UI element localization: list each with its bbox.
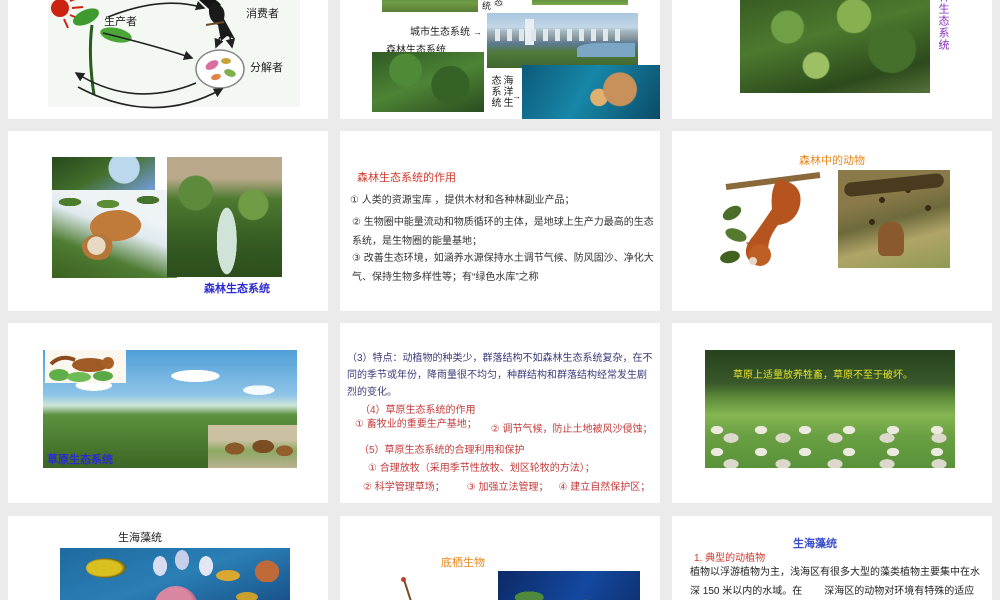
- grassland-role-item-1: ① 畜牧业的重要生产基地；: [355, 419, 477, 430]
- grassland-thumb-image: [382, 0, 478, 12]
- anglerfish-lure-tip: [401, 577, 406, 582]
- grassland-role-heading: （4）草原生态系统的作用: [360, 405, 476, 416]
- grassland-role-item-2: ② 调节气候，防止土地被风沙侵蚀；: [490, 424, 653, 435]
- slide-ecosystem-types[interactable]: 系统 态 城市生态系统 → 森林生态系统 海洋生态系统 →: [340, 0, 660, 119]
- grassland-feature-paragraph: （3）特点：动植物的种类少，群落结构不如森林生态系统复杂，在不同的季节或年份，降…: [347, 353, 653, 398]
- slide-grassland-sheep[interactable]: 草原上适量放养牲畜，草原不至于破坏。: [672, 323, 992, 503]
- city-ecosystem-label: 城市生态系统 →: [410, 27, 482, 38]
- slide-grassland-detail[interactable]: （3）特点：动植物的种类少，群落结构不如森林生态系统复杂，在不同的季节或年份，降…: [340, 323, 660, 503]
- marine-ecosystem-image: [522, 65, 660, 119]
- deer-figure: [878, 222, 904, 256]
- forest-overview-caption: 森林生态系统: [204, 283, 270, 295]
- slide-sorter-canvas: 生产者 消费者 分解者 系统 态 城市生态系统 → 森林生态系统 海洋生态系统 …: [0, 0, 1000, 600]
- slow-loris-image: [52, 190, 177, 278]
- forest-vertical-label: 森林生态系统: [937, 0, 949, 51]
- marine-overview-title: 生海藻统: [118, 532, 162, 544]
- leopard-image: [838, 170, 950, 268]
- butterflyfish: [86, 558, 126, 578]
- decomposer-label: 分解者: [250, 60, 283, 74]
- forest-valley-image: [167, 157, 282, 277]
- slide-forest-overview[interactable]: 森林生态系统: [8, 131, 328, 311]
- slide-benthic[interactable]: 底栖生物: [340, 516, 660, 600]
- anglerfish-lure: [403, 579, 413, 600]
- forest-role-item-3: ③ 改善生态环境，如涵养水源保持水土调节气候、防风固沙、净化大气、保持生物多样性…: [352, 253, 654, 283]
- small-yellow-fish-2: [236, 592, 258, 600]
- slide-marine-overview[interactable]: 生海藻统: [8, 516, 328, 600]
- slide-cycle-diagram[interactable]: 生产者 消费者 分解者: [8, 0, 328, 119]
- slide-forest-role[interactable]: 森林生态系统的作用 ① 人类的资源宝库 ，提供木材和各种林副业产品； ② 生物圈…: [340, 131, 660, 311]
- grassland-role-items: ① 畜牧业的重要生产基地； ② 调节气候，防止土地被风沙侵蚀；: [355, 415, 653, 435]
- leaves-foreground: [56, 194, 166, 210]
- slide-forest-title[interactable]: 森林生态系统: [672, 0, 992, 119]
- arrow-right-icon: →: [512, 91, 521, 101]
- coral-reef-image: [60, 548, 290, 600]
- marine-typical-heading: 1. 典型的动植物: [694, 553, 766, 564]
- grassland-protect-item-4: ④ 建立自然保护区；: [558, 482, 651, 493]
- sheep-overlay-text: 草原上适量放养牲畜，草原不至于破坏。: [733, 370, 913, 381]
- orange-coral: [250, 556, 284, 582]
- tree-branch: [843, 172, 945, 198]
- decomposer-microbes-icon: [195, 49, 245, 89]
- slide-forest-animals[interactable]: 森林中的动物: [672, 131, 992, 311]
- grassland-protect-item-2: ② 科学管理草场；: [363, 482, 445, 493]
- slide-grassland-overview[interactable]: 草原生态系统: [8, 323, 328, 503]
- marine-line-2: 深 150 米以内的水域。在 深海区的动物对环境有特殊的适应: [690, 582, 974, 597]
- forest-ecosystem-image: [372, 52, 484, 112]
- loris-face: [82, 234, 114, 260]
- arrow-right-icon: →: [472, 27, 482, 37]
- marine-ecosystem-vertical-label: 海洋生态系统: [489, 75, 512, 108]
- forest-role-title: 森林生态系统的作用: [357, 172, 456, 184]
- sheep-flock: [705, 422, 955, 468]
- small-yellow-fish-1: [216, 570, 240, 581]
- grassland-protect-items-row: ② 科学管理草场； ③ 加强立法管理； ④ 建立自然保护区；: [363, 478, 650, 493]
- deep-sea-scene-image: [498, 571, 640, 600]
- marine-line-2-right: 深海区的动物对环境有特殊的适应: [824, 586, 975, 597]
- city-ecosystem-image: [487, 13, 638, 68]
- red-squirrel-image: [720, 165, 823, 273]
- anglerfish-image: [355, 571, 495, 600]
- consumer-label: 消费者: [246, 6, 279, 20]
- grassland-protect-item-1: ① 合理放牧（采用季节性放牧、划区轮牧的方法）；: [368, 463, 595, 474]
- forest-role-item-2: ② 生物圈中能量流动和物质循环的主体，是地球上生产力最高的生态系统，是生物圈的能…: [352, 217, 654, 247]
- grass-strip-image: [532, 0, 628, 5]
- antelopes-image: [208, 425, 297, 468]
- pink-fish: [154, 586, 198, 600]
- city-skyline: [495, 29, 625, 41]
- slide-marine-detail[interactable]: 生海藻统 1. 典型的动植物 植物以浮游植物为主，浅海区有很多大型的藻类植物主要…: [672, 516, 992, 600]
- benthic-title: 底栖生物: [441, 557, 485, 569]
- grassland-protect-heading: （5）草原生态系统的合理利用和保护: [359, 445, 525, 456]
- marine-line-1-right: 集中在水: [940, 567, 980, 578]
- forest-role-item-1: ① 人类的资源宝库 ，提供木材和各种林副业产品；: [350, 195, 575, 206]
- ecosystem-cycle-diagram: 生产者 消费者 分解者: [48, 0, 300, 109]
- grassland-overview-caption: 草原生态系统: [47, 454, 113, 466]
- sheep-meadow-image: 草原上适量放养牲畜，草原不至于破坏。: [705, 350, 955, 468]
- producer-label: 生产者: [104, 14, 137, 28]
- white-coral: [148, 550, 226, 580]
- marine-line-1: 植物以浮游植物为主，浅海区有很多大型的藻类植物主要 集中在水: [690, 563, 980, 578]
- grassland-protect-item-3: ③ 加强立法管理；: [466, 482, 549, 493]
- weasel-drawing-image: [45, 350, 126, 383]
- partial-side-label: 态: [494, 0, 504, 7]
- forest-photo-image: [740, 0, 930, 93]
- marine-line-2-left: 深 150 米以内的水域。在: [690, 586, 803, 597]
- city-river: [577, 43, 635, 57]
- marine-line-1-left: 植物以浮游植物为主，浅海区有很多大型的藻类植物主要: [690, 567, 940, 578]
